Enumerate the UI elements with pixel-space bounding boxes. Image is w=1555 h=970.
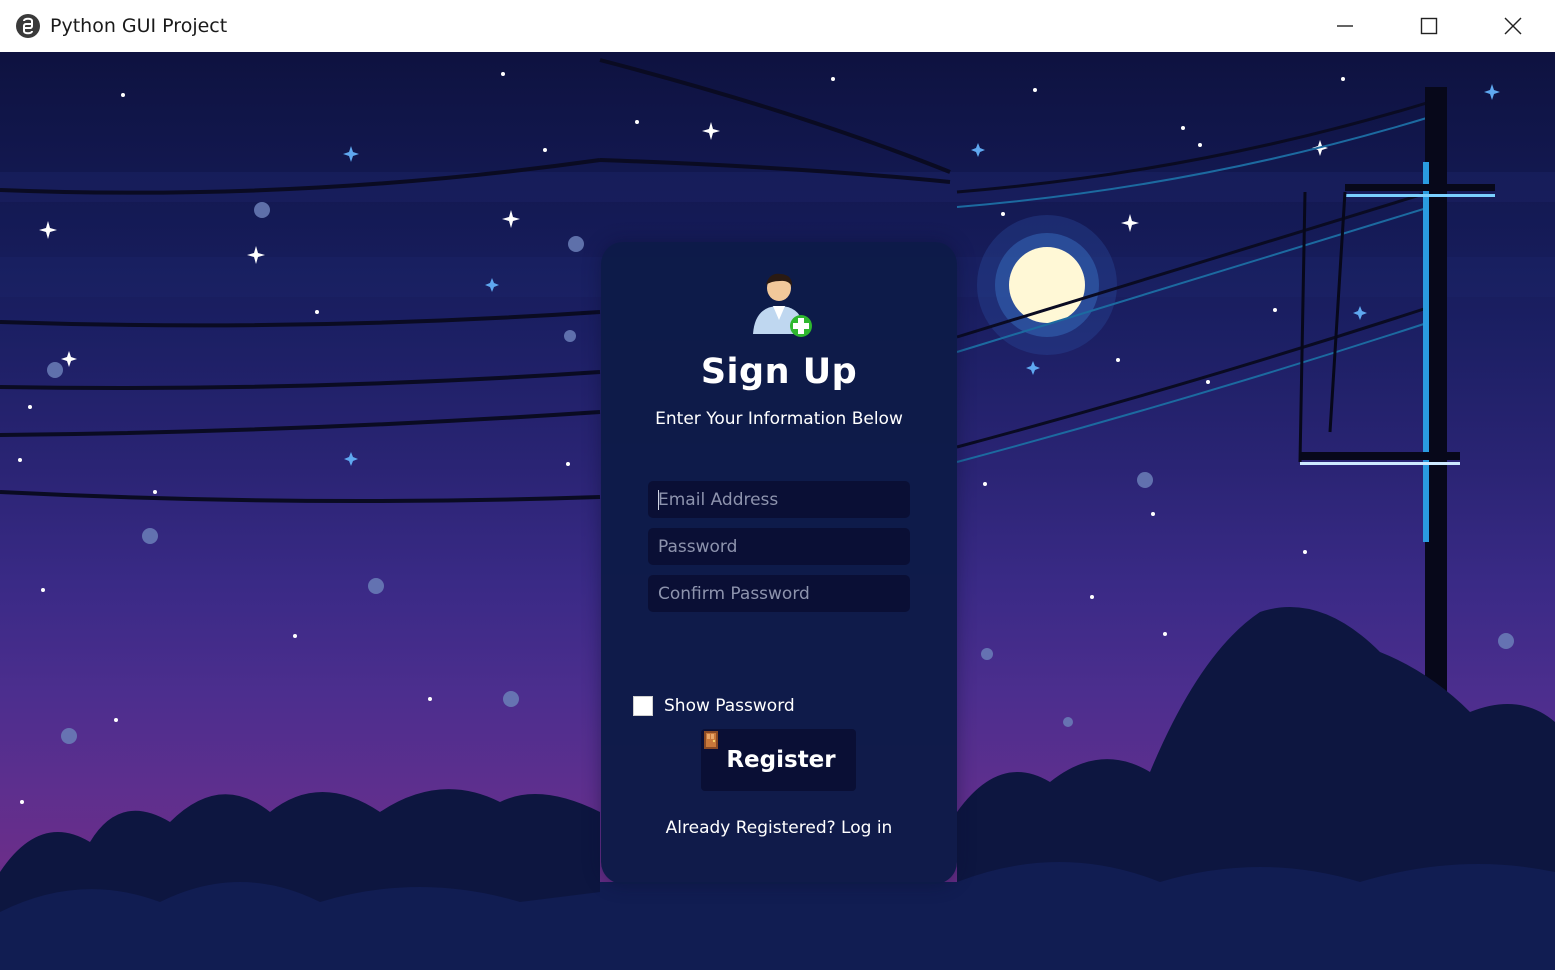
- signup-card: Sign Up Enter Your Information Below Sho…: [601, 242, 957, 884]
- show-password-toggle[interactable]: Show Password: [633, 696, 795, 716]
- close-button[interactable]: [1471, 0, 1555, 52]
- add-user-icon: [749, 272, 817, 342]
- python-logo-icon: [15, 13, 41, 39]
- login-link[interactable]: Already Registered? Log in: [601, 818, 957, 838]
- minimize-icon: [1337, 25, 1353, 27]
- page-title: Sign Up: [700, 352, 858, 392]
- confirm-password-field[interactable]: [648, 575, 910, 612]
- show-password-label: Show Password: [664, 696, 795, 716]
- window-title: Python GUI Project: [50, 15, 228, 37]
- background-scene: Sign Up Enter Your Information Below Sho…: [0, 52, 1555, 970]
- password-field[interactable]: [648, 528, 910, 565]
- minimize-button[interactable]: [1303, 0, 1387, 52]
- text-caret: [658, 490, 659, 510]
- window-controls: [1303, 0, 1555, 52]
- maximize-icon: [1420, 17, 1438, 35]
- app-window: Python GUI Project Sign Up Enter Your In…: [0, 0, 1555, 970]
- maximize-button[interactable]: [1387, 0, 1471, 52]
- show-password-checkbox[interactable]: [633, 696, 653, 716]
- register-button[interactable]: Register: [701, 729, 856, 791]
- close-icon: [1504, 17, 1522, 35]
- page-subtitle: Enter Your Information Below: [655, 409, 903, 429]
- register-button-label: Register: [726, 747, 836, 773]
- email-field[interactable]: [648, 481, 910, 518]
- title-bar: Python GUI Project: [0, 0, 1555, 53]
